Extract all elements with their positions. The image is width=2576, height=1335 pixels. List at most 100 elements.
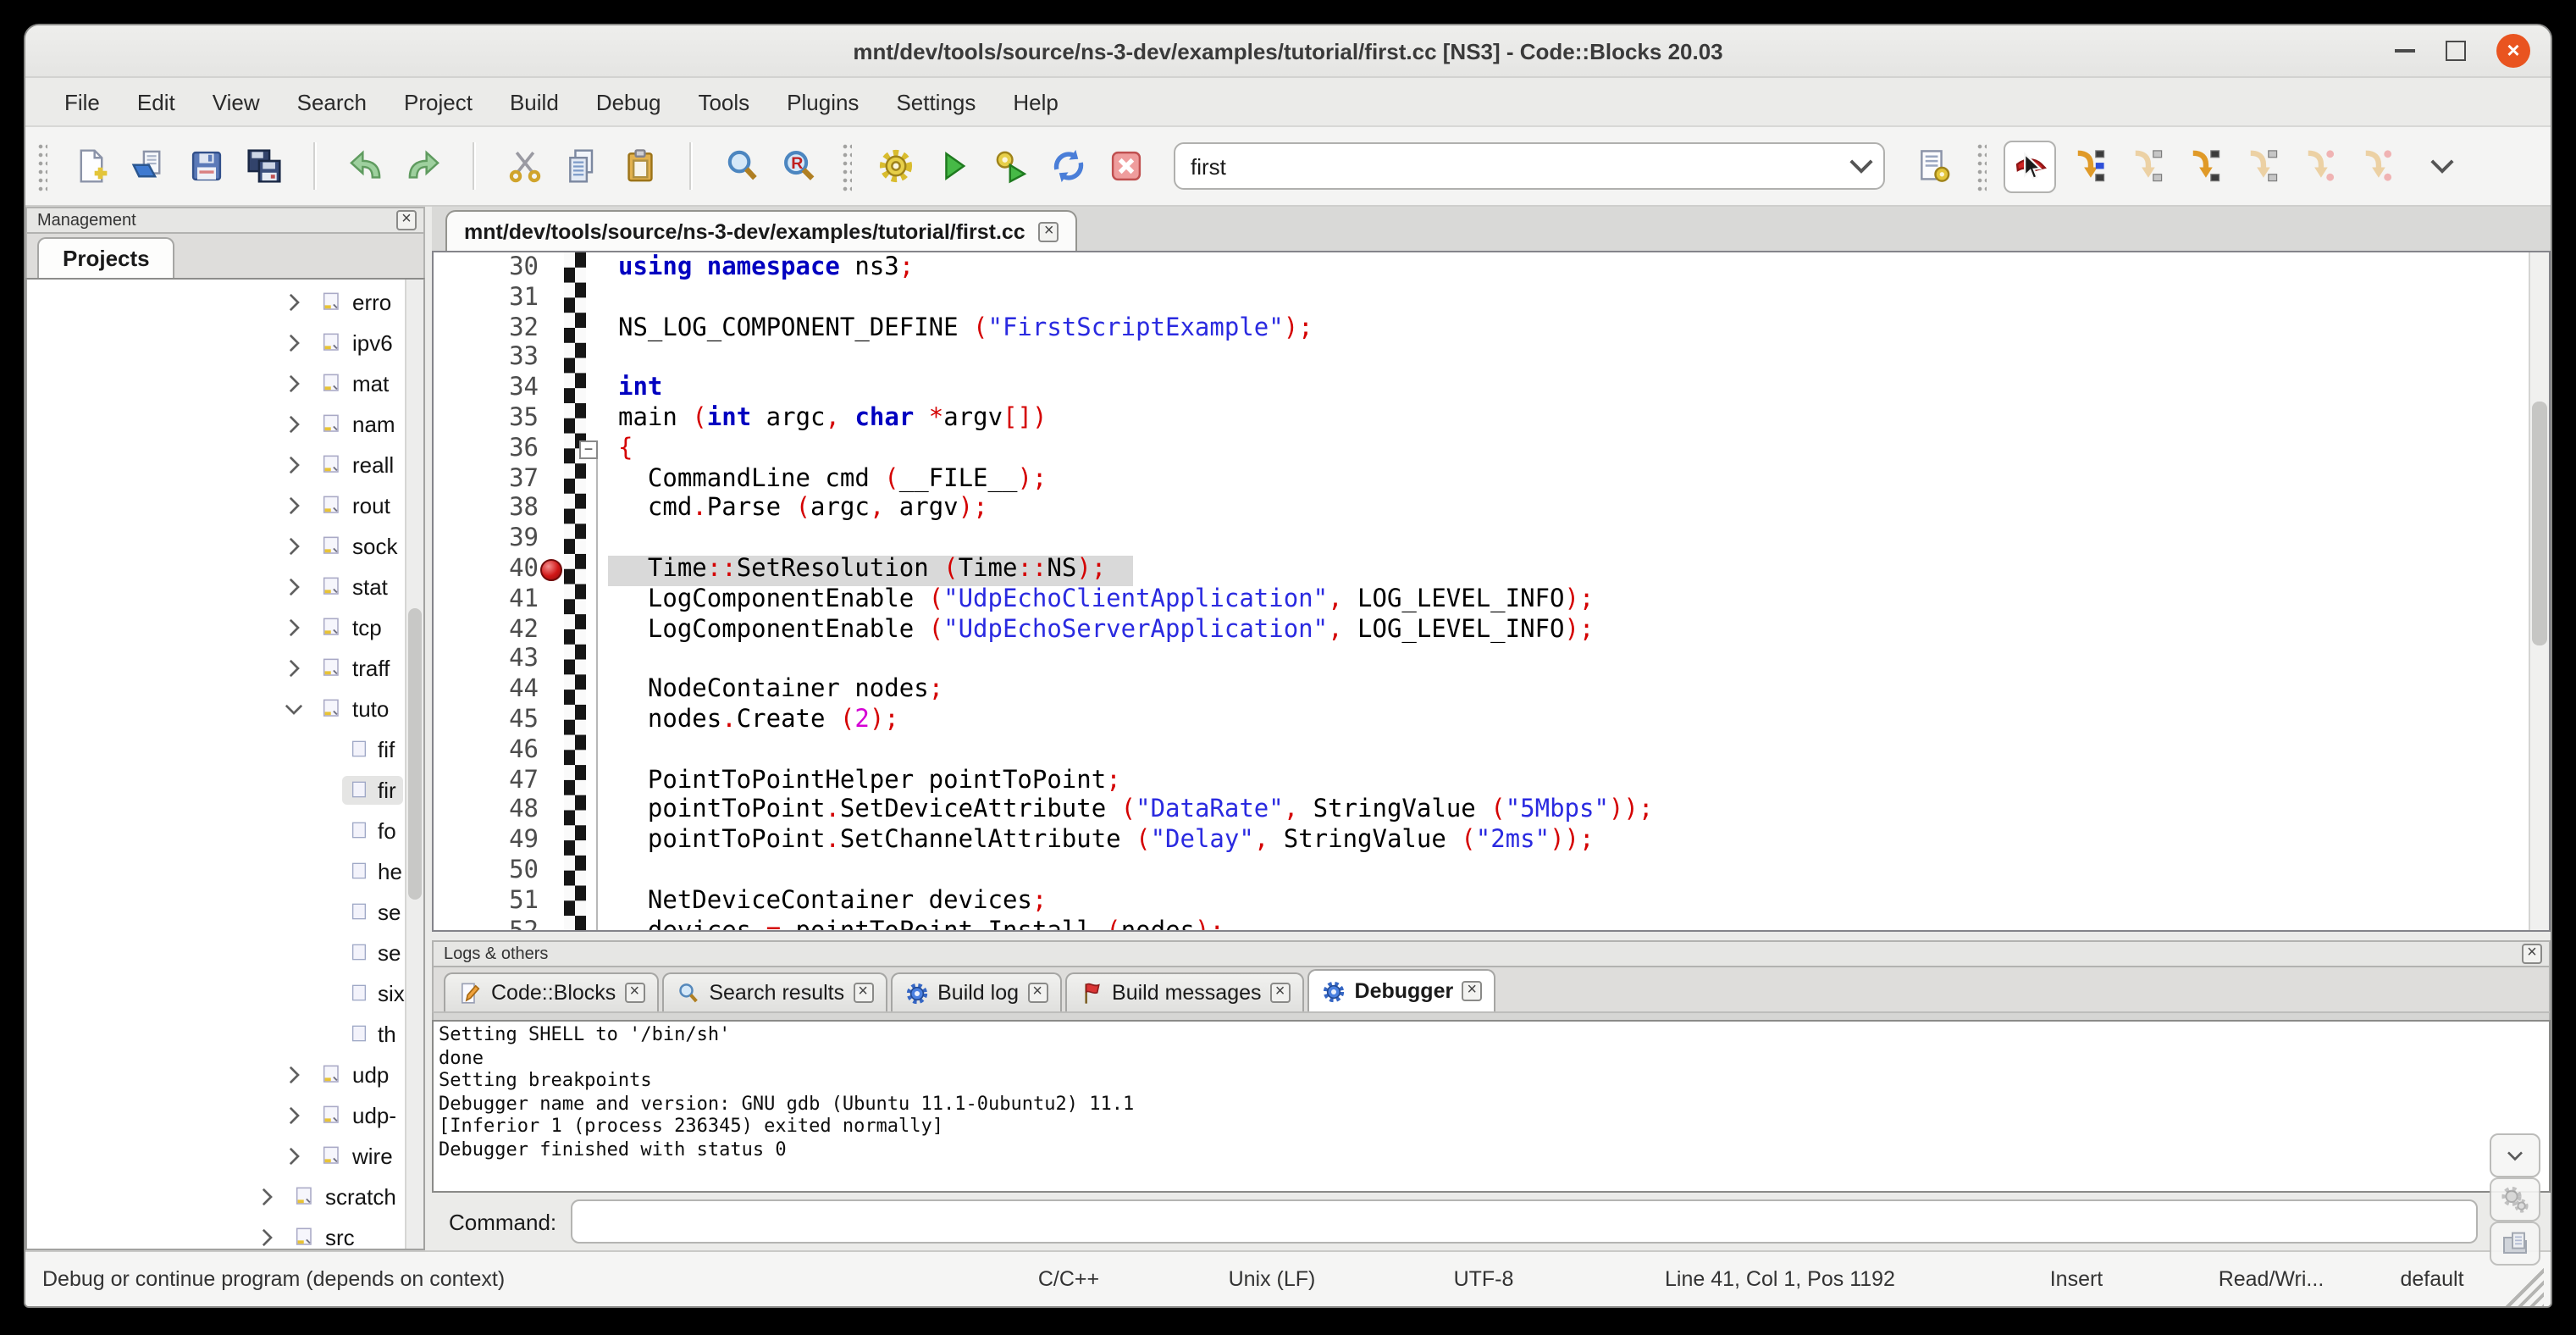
- tree-item-ipv6[interactable]: ipv6: [27, 322, 406, 363]
- run-button[interactable]: [926, 140, 979, 192]
- breakpoint-margin[interactable]: [539, 285, 564, 315]
- editor-scrollbar[interactable]: [2529, 252, 2549, 930]
- tree-item-sock[interactable]: sock: [27, 525, 406, 566]
- tree-item-he[interactable]: he: [27, 850, 406, 891]
- breakpoint-margin[interactable]: [539, 676, 564, 706]
- tree-item-nam[interactable]: nam: [27, 403, 406, 444]
- expand-toggle-closed[interactable]: [281, 1102, 307, 1127]
- breakpoint-margin[interactable]: [539, 646, 564, 677]
- expand-toggle-closed[interactable]: [254, 1224, 279, 1249]
- save-all-button[interactable]: [237, 140, 290, 192]
- menu-edit[interactable]: Edit: [119, 89, 194, 114]
- close-button[interactable]: [2496, 34, 2530, 68]
- breakpoint-margin[interactable]: [539, 525, 564, 556]
- logs-tab-close-icon[interactable]: [624, 983, 644, 1003]
- select-target-button[interactable]: [1907, 140, 1960, 192]
- toolbar-grip[interactable]: [1976, 141, 1987, 191]
- expand-toggle-closed[interactable]: [281, 411, 307, 436]
- abort-button[interactable]: [1099, 140, 1152, 192]
- tree-item-fir[interactable]: fir: [27, 769, 406, 810]
- breakpoint-margin[interactable]: [539, 435, 564, 466]
- rebuild-button[interactable]: [1042, 140, 1094, 192]
- find-replace-button[interactable]: R: [772, 140, 825, 192]
- tree-item-tcp[interactable]: tcp: [27, 607, 406, 647]
- minimize-button[interactable]: [2395, 49, 2415, 53]
- debug-continue-button[interactable]: [2004, 140, 2056, 192]
- breakpoint-margin[interactable]: [539, 314, 564, 345]
- menu-search[interactable]: Search: [279, 89, 385, 114]
- build-target-combo[interactable]: first: [1174, 142, 1885, 190]
- tree-item-wire[interactable]: wire: [27, 1135, 406, 1176]
- breakpoint-margin[interactable]: [539, 887, 564, 917]
- editor-scrollbar-thumb[interactable]: [2532, 402, 2547, 645]
- breakpoint-margin[interactable]: [539, 556, 564, 586]
- project-tree[interactable]: erroipv6matnamreallroutsockstattcptrafft…: [25, 278, 425, 1250]
- logs-tab-build-messages[interactable]: Build messages: [1064, 972, 1304, 1011]
- menu-help[interactable]: Help: [994, 89, 1077, 114]
- menu-plugins[interactable]: Plugins: [768, 89, 877, 114]
- redo-button[interactable]: [396, 140, 449, 192]
- tree-item-udp-[interactable]: udp-: [27, 1094, 406, 1135]
- breakpoint-marker[interactable]: [540, 559, 562, 581]
- logs-splitter[interactable]: [432, 932, 2551, 940]
- tree-item-traff[interactable]: traff: [27, 647, 406, 688]
- expand-toggle-closed[interactable]: [281, 492, 307, 518]
- logs-tab-close-icon[interactable]: [1462, 981, 1482, 1001]
- tree-scrollbar-thumb[interactable]: [408, 609, 422, 900]
- expand-toggle-closed[interactable]: [281, 330, 307, 355]
- combo-dropdown-button[interactable]: [1839, 147, 1883, 185]
- menu-build[interactable]: Build: [491, 89, 578, 114]
- menu-debug[interactable]: Debug: [578, 89, 680, 114]
- menu-tools[interactable]: Tools: [679, 89, 768, 114]
- command-history-dropdown[interactable]: [2490, 1133, 2540, 1177]
- tree-item-fo[interactable]: fo: [27, 810, 406, 850]
- logs-tab-close-icon[interactable]: [1270, 983, 1291, 1003]
- menu-view[interactable]: View: [194, 89, 279, 114]
- tree-item-th[interactable]: th: [27, 1013, 406, 1054]
- tree-item-erro[interactable]: erro: [27, 281, 406, 322]
- breakpoint-margin[interactable]: [539, 827, 564, 857]
- breakpoint-margin[interactable]: [539, 374, 564, 405]
- tree-item-mat[interactable]: mat: [27, 363, 406, 403]
- breakpoint-margin[interactable]: [539, 496, 564, 526]
- tree-scrollbar[interactable]: [405, 280, 423, 1249]
- undo-button[interactable]: [339, 140, 391, 192]
- find-button[interactable]: [715, 140, 767, 192]
- expand-toggle-closed[interactable]: [281, 370, 307, 396]
- breakpoint-margin[interactable]: [539, 616, 564, 646]
- menu-file[interactable]: File: [46, 89, 119, 114]
- expand-toggle-closed[interactable]: [281, 614, 307, 640]
- tree-item-se[interactable]: se: [27, 891, 406, 932]
- expand-toggle-closed[interactable]: [281, 655, 307, 680]
- toolbar-grip[interactable]: [842, 141, 852, 191]
- toolbar-overflow-button[interactable]: [2420, 141, 2464, 191]
- cut-button[interactable]: [498, 140, 550, 192]
- debugger-output[interactable]: Setting SHELL to '/bin/sh'doneSetting br…: [432, 1020, 2551, 1193]
- code-area[interactable]: 30using namespace ns3;3132NS_LOG_COMPONE…: [432, 251, 2551, 932]
- toolbar-grip[interactable]: [37, 141, 47, 191]
- expand-toggle-closed[interactable]: [281, 289, 307, 314]
- build-button[interactable]: [869, 140, 921, 192]
- editor-tab-first-cc[interactable]: mnt/dev/tools/source/ns-3-dev/examples/t…: [445, 210, 1078, 251]
- open-file-button[interactable]: [122, 140, 174, 192]
- breakpoint-margin[interactable]: [539, 857, 564, 888]
- tree-item-rout[interactable]: rout: [27, 485, 406, 525]
- tree-item-udp[interactable]: udp: [27, 1054, 406, 1094]
- fold-toggle-open[interactable]: [579, 440, 598, 459]
- new-file-button[interactable]: [64, 140, 117, 192]
- tab-projects[interactable]: Projects: [37, 237, 175, 278]
- tree-item-fif[interactable]: fif: [27, 728, 406, 769]
- logs-tab-code-blocks[interactable]: Code::Blocks: [444, 972, 658, 1011]
- management-close-icon[interactable]: [396, 210, 417, 230]
- resize-grip[interactable]: [2503, 1266, 2544, 1306]
- breakpoint-margin[interactable]: [539, 797, 564, 828]
- logs-tab-close-icon[interactable]: [853, 983, 873, 1003]
- logs-tab-close-icon[interactable]: [1027, 983, 1048, 1003]
- save-file-button[interactable]: [180, 140, 232, 192]
- copy-button[interactable]: [556, 140, 608, 192]
- expand-toggle-closed[interactable]: [281, 533, 307, 558]
- logs-tab-debugger[interactable]: Debugger: [1307, 969, 1496, 1011]
- tree-item-scratch[interactable]: scratch: [27, 1176, 406, 1216]
- expand-toggle-closed[interactable]: [281, 573, 307, 599]
- sidebar-splitter[interactable]: [425, 207, 432, 1250]
